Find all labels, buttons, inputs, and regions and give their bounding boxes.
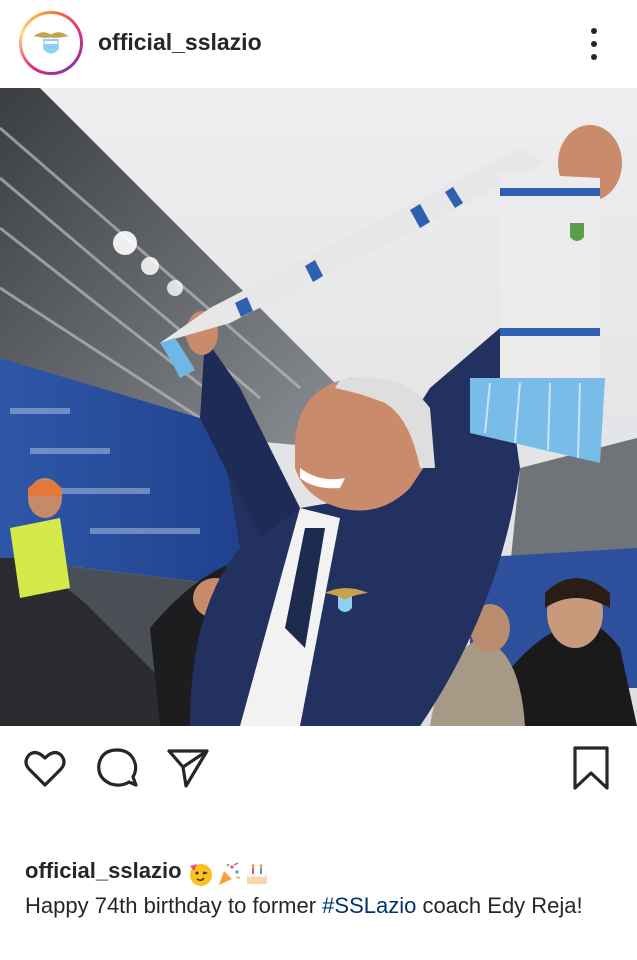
partying-face-emoji <box>188 861 214 887</box>
post-actions-bar <box>0 726 637 810</box>
caption-emojis <box>188 856 272 889</box>
post-username[interactable]: official_sslazio <box>98 29 262 56</box>
story-ring[interactable] <box>19 11 83 75</box>
caption-text-before: Happy 74th birthday to former <box>25 892 323 918</box>
like-button[interactable] <box>22 745 68 791</box>
avatar[interactable] <box>22 14 80 72</box>
more-options-button[interactable] <box>582 24 606 64</box>
caption-username[interactable]: official_sslazio <box>25 858 182 883</box>
more-vertical-icon-dot <box>591 54 597 60</box>
heart-icon <box>24 751 66 787</box>
post-photo[interactable] <box>0 88 637 726</box>
comment-icon <box>97 748 138 787</box>
lazio-logo-icon <box>24 16 78 70</box>
caption-text-after: coach Edy Reja! <box>416 892 583 918</box>
save-button[interactable] <box>568 745 614 791</box>
more-vertical-icon <box>591 28 597 34</box>
party-popper-emoji <box>216 861 242 887</box>
post-image <box>0 88 637 726</box>
post-caption: official_sslazio Happy 74th birthday to … <box>25 854 615 922</box>
comment-button[interactable] <box>94 745 140 791</box>
send-icon <box>167 749 209 788</box>
caption-hashtag[interactable]: #SSLazio <box>322 893 416 918</box>
post-header: official_sslazio <box>0 0 637 88</box>
more-vertical-icon-dot <box>591 41 597 47</box>
share-button[interactable] <box>165 745 211 791</box>
bookmark-icon <box>573 746 609 790</box>
birthday-cake-emoji <box>244 861 270 887</box>
